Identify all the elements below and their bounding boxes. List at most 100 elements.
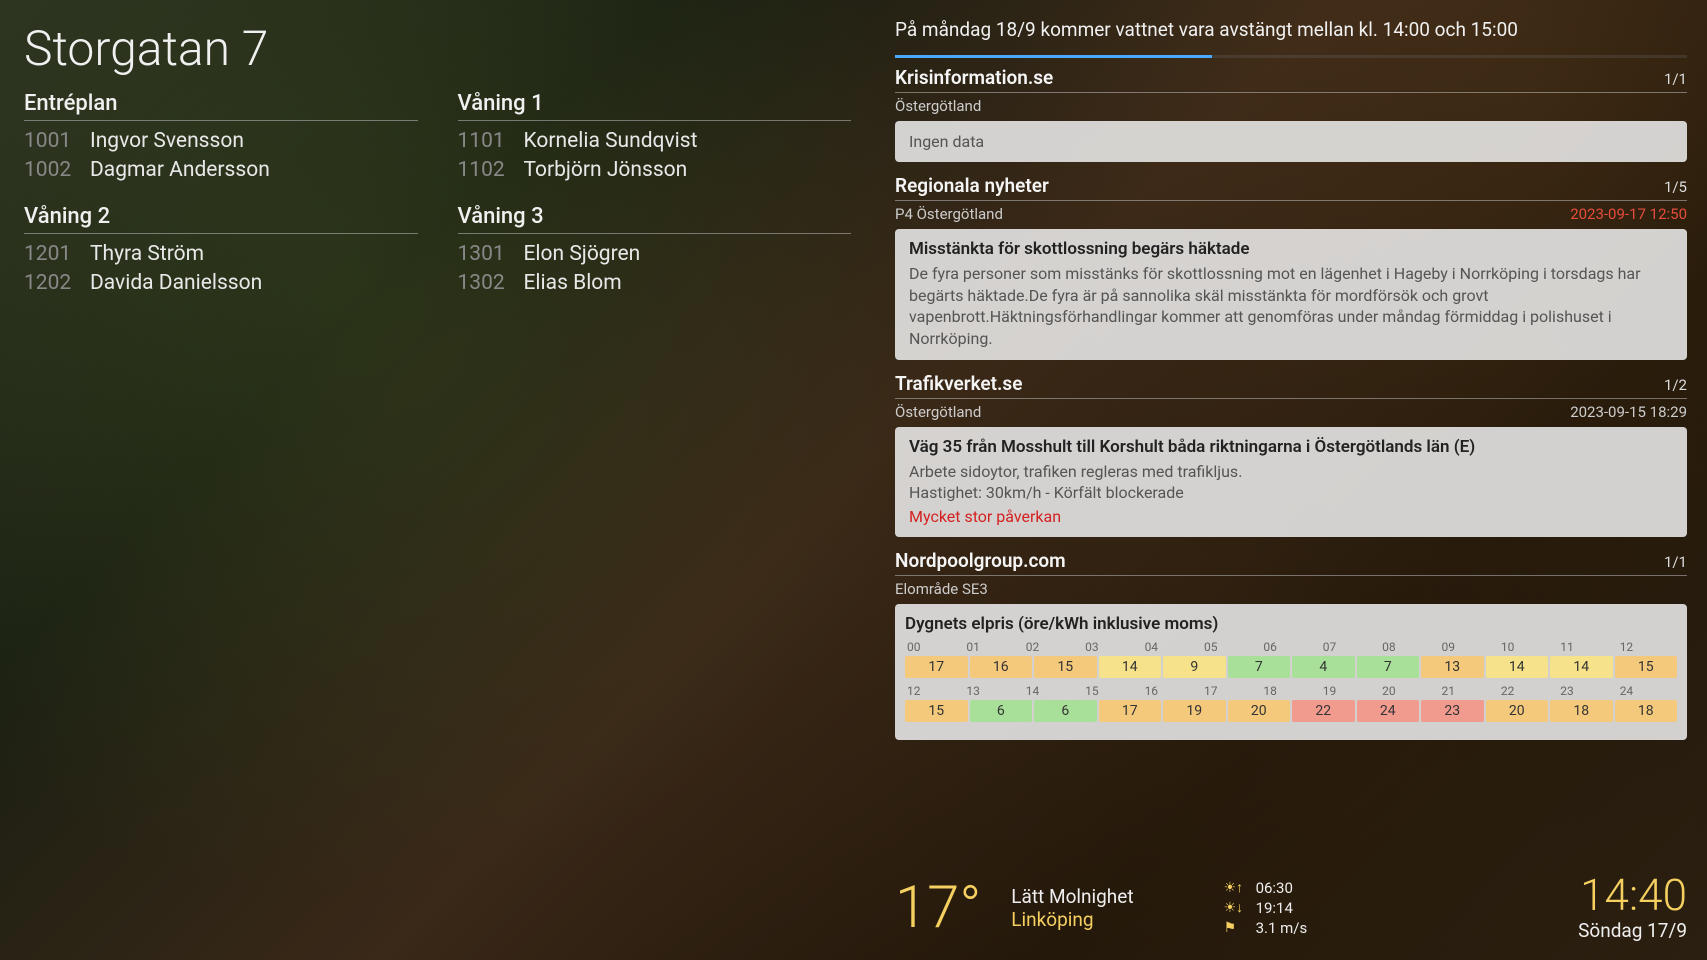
price-cell: 13 <box>1421 656 1484 678</box>
traffic-card: Väg 35 från Mosshult till Korshult båda … <box>895 427 1687 538</box>
hour-label: 23 <box>1558 684 1617 698</box>
hour-label: 06 <box>1261 640 1320 654</box>
hour-label: 05 <box>1202 640 1261 654</box>
price-cell: 23 <box>1421 700 1484 722</box>
resident-name: Torbjörn Jönsson <box>524 156 688 185</box>
hour-label: 17 <box>1202 684 1261 698</box>
price-cell: 15 <box>905 700 968 722</box>
resident-row: 1301 Elon Sjögren <box>458 240 852 269</box>
price-cell: 24 <box>1357 700 1420 722</box>
resident-name: Kornelia Sundqvist <box>524 127 698 156</box>
traffic-timestamp: 2023-09-15 18:29 <box>1570 403 1687 421</box>
hour-label: 24 <box>1618 684 1677 698</box>
hour-label: 02 <box>1024 640 1083 654</box>
price-cell: 20 <box>1228 700 1291 722</box>
nordpool-count: 1/1 <box>1664 553 1687 571</box>
clock: 14:40 <box>1578 873 1687 917</box>
hour-label: 14 <box>1024 684 1083 698</box>
price-cell: 16 <box>970 656 1033 678</box>
floor-name: Våning 1 <box>458 91 852 121</box>
traffic-count: 1/2 <box>1664 376 1687 394</box>
price-cell: 6 <box>970 700 1033 722</box>
apartment-number: 1201 <box>24 240 76 269</box>
kris-empty: Ingen data <box>909 131 1673 153</box>
price-cell: 15 <box>1034 656 1097 678</box>
resident-name: Thyra Ström <box>90 240 204 269</box>
price-cell: 7 <box>1357 656 1420 678</box>
resident-row: 1201 Thyra Ström <box>24 240 418 269</box>
weather-city: Linköping <box>1011 908 1133 931</box>
wind-speed: 3.1 m/s <box>1256 919 1308 937</box>
weather-condition: Lätt Molnighet <box>1011 885 1133 908</box>
price-cell: 19 <box>1163 700 1226 722</box>
hour-label: 22 <box>1499 684 1558 698</box>
traffic-item-title: Väg 35 från Mosshult till Korshult båda … <box>909 437 1673 457</box>
news-item-title: Misstänkta för skottlossning begärs häkt… <box>909 239 1673 259</box>
notice-text: På måndag 18/9 kommer vattnet vara avstä… <box>895 18 1687 43</box>
building-title: Storgatan 7 <box>24 20 851 77</box>
price-cell: 9 <box>1163 656 1226 678</box>
news-section: Regionala nyheter 1/5 P4 Östergötland 20… <box>895 174 1687 359</box>
price-cell: 18 <box>1615 700 1678 722</box>
traffic-title: Trafikverket.se <box>895 372 1022 395</box>
traffic-line2: Hastighet: 30km/h - Körfält blockerade <box>909 482 1673 504</box>
kris-count: 1/1 <box>1664 70 1687 88</box>
hour-label: 09 <box>1440 640 1499 654</box>
sunset-icon: ☀↓ <box>1224 899 1248 916</box>
price-cell: 7 <box>1228 656 1291 678</box>
hour-label: 08 <box>1380 640 1439 654</box>
hour-label: 11 <box>1558 640 1617 654</box>
resident-row: 1002Dagmar Andersson <box>24 156 418 185</box>
apartment-number: 1301 <box>458 240 510 269</box>
apartment-number: 1002 <box>24 156 76 185</box>
hour-label: 20 <box>1380 684 1439 698</box>
hour-label: 12 <box>905 684 964 698</box>
np-hours-top: 00010203040506070809101112 <box>905 640 1677 654</box>
hour-label: 10 <box>1499 640 1558 654</box>
hour-label: 04 <box>1143 640 1202 654</box>
wind-icon: ⚑ <box>1224 920 1248 936</box>
apartment-number: 1102 <box>458 156 510 185</box>
traffic-impact: Mycket stor påverkan <box>909 506 1673 528</box>
floor-name: Våning 2 <box>24 204 418 234</box>
kris-sub: Östergötland <box>895 97 981 115</box>
progress-bar <box>895 55 1687 58</box>
directory-panel: Storgatan 7 Entréplan 1001Ingvor Svensson… <box>0 0 875 960</box>
apartment-number: 1101 <box>458 127 510 156</box>
news-timestamp: 2023-09-17 12:50 <box>1570 205 1687 223</box>
temperature: 17° <box>895 874 981 942</box>
apartment-number: 1302 <box>458 269 510 298</box>
nordpool-card: Dygnets elpris (öre/kWh inklusive moms) … <box>895 604 1687 740</box>
kris-card: Ingen data <box>895 121 1687 163</box>
kris-title: Krisinformation.se <box>895 66 1053 89</box>
floor-block: Våning 21201Thyra Ström1202Davida Daniel… <box>24 204 418 299</box>
resident-row: 1001Ingvor Svensson <box>24 127 418 156</box>
hour-label: 07 <box>1321 640 1380 654</box>
price-cell: 22 <box>1292 700 1355 722</box>
floor-block: Entréplan 1001Ingvor Svensson1002Dagmar A… <box>24 91 418 186</box>
floor-block: Våning 31301Elon Sjögren1302Elias Blom <box>458 204 852 299</box>
sunrise-icon: ☀↑ <box>1224 879 1248 896</box>
hour-label: 19 <box>1321 684 1380 698</box>
floors-grid: Entréplan 1001Ingvor Svensson1002Dagmar A… <box>24 91 851 317</box>
floor-name: Entréplan <box>24 91 418 121</box>
resident-name: Elon Sjögren <box>524 240 641 269</box>
traffic-section: Trafikverket.se 1/2 Östergötland 2023-09… <box>895 372 1687 538</box>
hour-label: 18 <box>1261 684 1320 698</box>
price-cell: 14 <box>1099 656 1162 678</box>
weather-bar: 17° Lätt Molnighet Linköping ☀↑ 06:30 ☀↓ 1… <box>895 859 1687 960</box>
hour-label: 00 <box>905 640 964 654</box>
sunrise-time: 06:30 <box>1256 879 1293 897</box>
resident-name: Elias Blom <box>524 269 622 298</box>
traffic-line1: Arbete sidoytor, trafiken regleras med t… <box>909 461 1673 483</box>
hour-label: 21 <box>1440 684 1499 698</box>
nordpool-card-title: Dygnets elpris (öre/kWh inklusive moms) <box>905 614 1677 634</box>
hour-label: 15 <box>1083 684 1142 698</box>
price-cell: 4 <box>1292 656 1355 678</box>
nordpool-section: Nordpoolgroup.com 1/1 Elområde SE3 Dygne… <box>895 549 1687 740</box>
price-cell: 18 <box>1550 700 1613 722</box>
price-cell: 15 <box>1615 656 1678 678</box>
price-cell: 14 <box>1486 656 1549 678</box>
hour-label: 16 <box>1143 684 1202 698</box>
news-title: Regionala nyheter <box>895 174 1049 197</box>
